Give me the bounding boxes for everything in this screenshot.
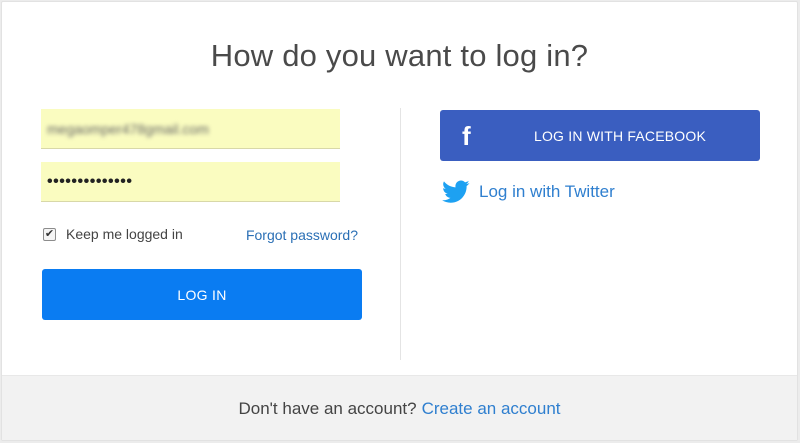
- remember-checkbox[interactable]: ✔: [43, 227, 56, 241]
- twitter-login-label: Log in with Twitter: [479, 182, 615, 201]
- column-divider: [400, 108, 401, 360]
- twitter-icon: [442, 180, 470, 203]
- email-field[interactable]: megaomper478gmail.com: [41, 109, 340, 149]
- twitter-login-link[interactable]: Log in with Twitter: [442, 180, 615, 204]
- forgot-password-link[interactable]: Forgot password?: [246, 227, 358, 243]
- facebook-login-label: LOG IN WITH FACEBOOK: [533, 127, 707, 144]
- password-field[interactable]: ••••••••••••••: [41, 162, 340, 202]
- login-dialog: How do you want to log in? megaomper478g…: [1, 1, 798, 441]
- login-button[interactable]: LOG IN: [42, 269, 362, 320]
- remember-label: Keep me logged in: [66, 226, 183, 242]
- facebook-icon: f: [462, 121, 471, 151]
- signup-footer: Don't have an account? Create an account: [2, 375, 797, 440]
- page-title: How do you want to log in?: [210, 38, 589, 73]
- signup-prompt: Don't have an account?: [238, 399, 417, 418]
- facebook-login-button[interactable]: f LOG IN WITH FACEBOOK: [440, 110, 760, 161]
- create-account-link[interactable]: Create an account: [422, 399, 561, 419]
- email-value: megaomper478gmail.com: [47, 120, 209, 137]
- password-value: ••••••••••••••: [47, 172, 133, 190]
- remember-me[interactable]: ✔ Keep me logged in: [43, 226, 183, 242]
